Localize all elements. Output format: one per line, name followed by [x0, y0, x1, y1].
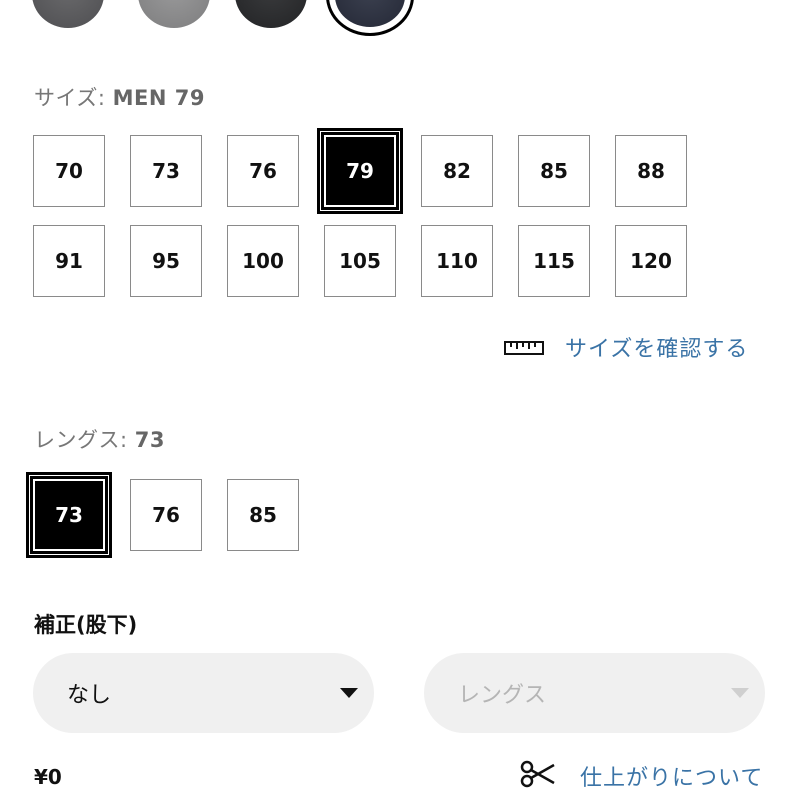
size-option-110[interactable]: 110: [421, 225, 493, 297]
length-option-76[interactable]: 76: [130, 479, 202, 551]
length-label-value: 73: [134, 428, 165, 452]
alteration-price: ¥0: [34, 765, 62, 789]
product-options-panel: サイズ: MEN 79 70 73 76 79 82 85 88 91 95 1…: [0, 0, 798, 798]
size-option-91[interactable]: 91: [33, 225, 105, 297]
size-option-100[interactable]: 100: [227, 225, 299, 297]
length-input-placeholder: レングス: [458, 683, 547, 708]
size-option-85[interactable]: 85: [518, 135, 590, 207]
caret-down-icon: [731, 688, 749, 698]
size-option-76[interactable]: 76: [227, 135, 299, 207]
length-option-73-selected[interactable]: 73: [30, 476, 108, 554]
length-label-prefix: レングス:: [34, 428, 128, 452]
size-option-73[interactable]: 73: [130, 135, 202, 207]
alteration-heading: 補正(股下): [34, 613, 138, 637]
size-option-70[interactable]: 70: [33, 135, 105, 207]
finishing-info-link[interactable]: 仕上がりについて: [580, 760, 763, 792]
scissors-icon[interactable]: [520, 759, 556, 789]
alteration-select[interactable]: なし: [33, 653, 374, 733]
ruler-icon[interactable]: [504, 337, 544, 357]
alteration-select-value: なし: [67, 683, 112, 708]
size-label: サイズ: MEN 79: [34, 82, 205, 112]
color-swatch-dark-gray[interactable]: [32, 0, 104, 28]
caret-down-icon: [340, 688, 358, 698]
size-check-link[interactable]: サイズを確認する: [565, 331, 748, 363]
color-swatch-gray[interactable]: [138, 0, 210, 28]
size-option-115[interactable]: 115: [518, 225, 590, 297]
size-label-value: MEN 79: [112, 86, 205, 110]
length-input-select[interactable]: レングス: [424, 653, 765, 733]
size-option-88[interactable]: 88: [615, 135, 687, 207]
size-option-79-selected[interactable]: 79: [321, 132, 399, 210]
color-swatch-charcoal[interactable]: [235, 0, 307, 28]
length-option-85[interactable]: 85: [227, 479, 299, 551]
size-option-105[interactable]: 105: [324, 225, 396, 297]
size-option-82[interactable]: 82: [421, 135, 493, 207]
size-option-120[interactable]: 120: [615, 225, 687, 297]
length-label: レングス: 73: [34, 424, 165, 454]
size-option-95[interactable]: 95: [130, 225, 202, 297]
swatch-inner: [335, 0, 405, 27]
color-swatch-navy-selected[interactable]: [326, 0, 414, 36]
size-label-prefix: サイズ:: [34, 86, 106, 110]
